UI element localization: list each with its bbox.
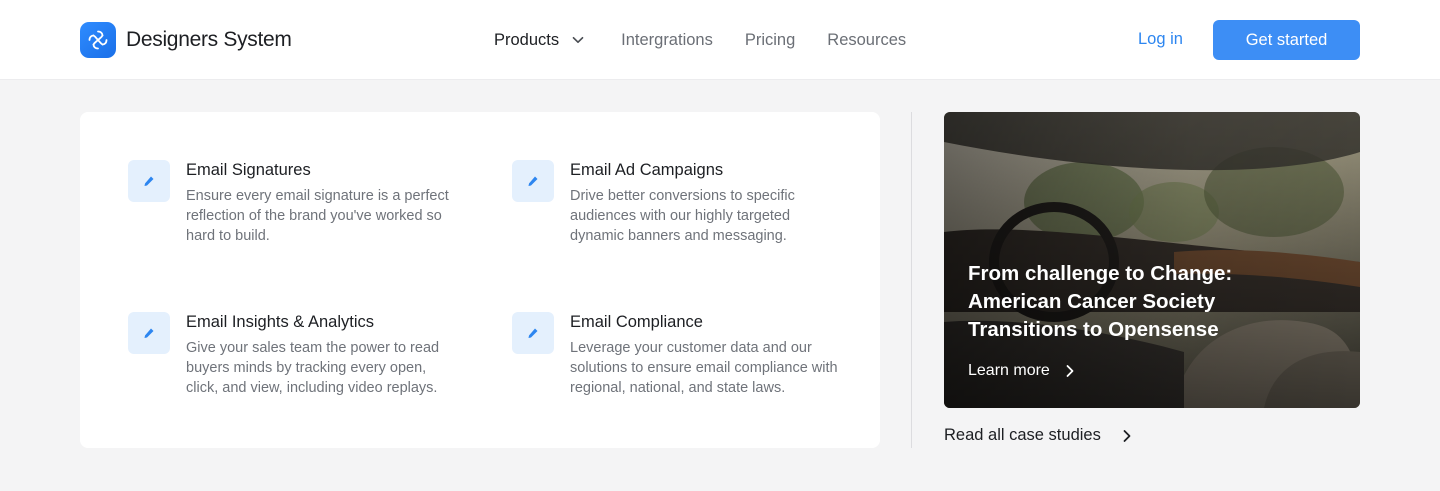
product-title: Email Insights & Analytics (186, 313, 374, 331)
chevron-down-icon (571, 33, 585, 47)
product-description: Ensure every email signature is a perfec… (186, 188, 449, 244)
nav-item-integrations[interactable]: Intergrations (621, 31, 713, 50)
nav-item-resources[interactable]: Resources (827, 31, 906, 50)
product-description: Drive better conversions to specific aud… (570, 188, 795, 244)
swirl-logo-icon (80, 22, 116, 58)
product-description: Give your sales team the power to read b… (186, 340, 440, 396)
case-study-card[interactable]: From challenge to Change: American Cance… (944, 112, 1360, 408)
nav-item-pricing[interactable]: Pricing (745, 31, 795, 50)
pencil-icon (512, 160, 554, 202)
product-item-email-signatures[interactable]: Email Signatures Ensure every email sign… (128, 160, 449, 246)
product-description: Leverage your customer data and our solu… (570, 340, 838, 396)
chevron-right-icon (1121, 429, 1133, 443)
read-all-case-studies-link[interactable]: Read all case studies (944, 426, 1133, 445)
product-title: Email Compliance (570, 313, 703, 331)
nav-item-label: Products (494, 30, 560, 49)
product-title: Email Ad Campaigns (570, 161, 724, 179)
product-title: Email Signatures (186, 161, 311, 179)
pencil-icon (128, 312, 170, 354)
brand-logo[interactable]: Designers System (80, 22, 292, 58)
top-navbar: Designers System Products Intergrations … (0, 0, 1440, 80)
product-item-email-ad-campaigns[interactable]: Email Ad Campaigns Drive better conversi… (512, 160, 832, 246)
nav-item-products[interactable]: Products (494, 31, 585, 50)
get-started-button[interactable]: Get started (1213, 20, 1360, 60)
products-dropdown-panel: Email Signatures Ensure every email sign… (80, 112, 880, 448)
vertical-divider (911, 112, 912, 448)
nav-item-label: Intergrations (621, 30, 713, 49)
pencil-icon (512, 312, 554, 354)
learn-more-link[interactable]: Learn more (968, 362, 1076, 380)
read-all-label: Read all case studies (944, 426, 1101, 444)
case-study-title: From challenge to Change: American Cance… (968, 262, 1233, 341)
product-item-email-insights[interactable]: Email Insights & Analytics Give your sal… (128, 312, 448, 398)
chevron-right-icon (1064, 364, 1076, 378)
login-link[interactable]: Log in (1138, 30, 1183, 49)
pencil-icon (128, 160, 170, 202)
nav-item-label: Pricing (744, 30, 796, 49)
learn-more-label: Learn more (968, 362, 1050, 379)
product-item-email-compliance[interactable]: Email Compliance Leverage your customer … (512, 312, 838, 398)
nav-item-label: Resources (827, 30, 907, 49)
brand-name: Designers System (126, 28, 292, 51)
main-nav: Products Intergrations Pricing Resources (494, 0, 938, 80)
